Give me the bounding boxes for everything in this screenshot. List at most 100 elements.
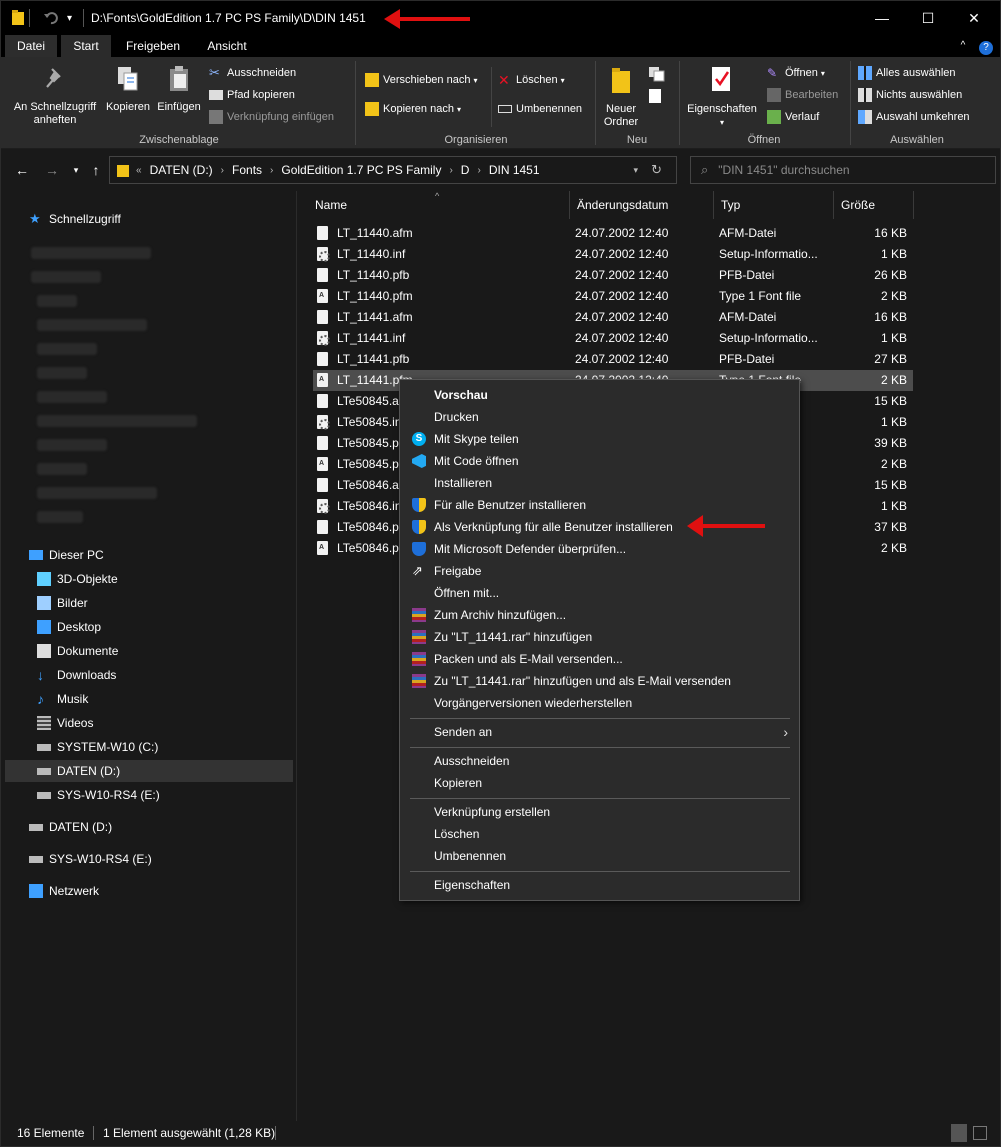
menu-item-open-with[interactable]: Öffnen mit... <box>401 582 798 604</box>
sidebar-item-downloads[interactable]: ↓ Downloads <box>37 664 116 686</box>
menu-item-install[interactable]: Installieren <box>401 472 798 494</box>
tab-ansicht[interactable]: Ansicht <box>197 35 257 57</box>
menu-item-rename[interactable]: Umbenennen <box>401 845 798 867</box>
breadcrumb-chevron-icon[interactable]: › <box>449 165 452 176</box>
column-header-type[interactable]: Typ <box>713 191 833 219</box>
minimize-button[interactable]: — <box>859 1 905 35</box>
cut-label: Ausschneiden <box>227 67 297 79</box>
rename-button[interactable]: Umbenennen <box>498 100 582 118</box>
menu-item-rar-email[interactable]: Zu "LT_11441.rar" hinzufügen und als E-M… <box>401 670 798 692</box>
sidebar-item-music[interactable]: ♪ Musik <box>37 688 88 710</box>
menu-item-share[interactable]: ⇗ Freigabe <box>401 560 798 582</box>
sidebar-item-network[interactable]: Netzwerk <box>29 880 99 902</box>
tab-freigeben[interactable]: Freigeben <box>117 35 189 57</box>
copy-to-button[interactable]: Kopieren nach ▾ <box>365 100 461 118</box>
menu-item-code[interactable]: Mit Code öffnen <box>401 450 798 472</box>
menu-item-pack-email[interactable]: Packen und als E-Mail versenden... <box>401 648 798 670</box>
move-to-button[interactable]: Verschieben nach ▾ <box>365 71 477 89</box>
menu-item-add-rar[interactable]: Zu "LT_11441.rar" hinzufügen <box>401 626 798 648</box>
cut-button[interactable]: ✂ Ausschneiden <box>209 64 296 82</box>
table-row[interactable]: LT_11441.inf 24.07.2002 12:40 Setup-Inform… <box>313 328 913 349</box>
menu-item-create-shortcut[interactable]: Verknüpfung erstellen <box>401 801 798 823</box>
close-button[interactable]: ✕ <box>951 1 997 35</box>
table-row[interactable]: LT_11440.pfb 24.07.2002 12:40 PFB-Datei 26 … <box>313 265 913 286</box>
title-bar: ▾ D:\Fonts\GoldEdition 1.7 PC PS Family\… <box>1 1 1000 35</box>
breadcrumb-chevron-icon[interactable]: › <box>477 165 480 176</box>
address-dropdown-chevron-icon[interactable]: ▾ <box>633 165 638 176</box>
sidebar-item-videos[interactable]: Videos <box>37 712 93 734</box>
sidebar-label: Bilder <box>57 596 88 610</box>
undo-icon[interactable] <box>43 9 59 27</box>
file-size: 1 KB <box>880 499 907 513</box>
overflow-chevron-icon[interactable]: « <box>136 165 142 176</box>
sidebar-item-pictures[interactable]: Bilder <box>37 592 88 614</box>
breadcrumb-chevron-icon[interactable]: › <box>270 165 273 176</box>
invert-selection-button[interactable]: Auswahl umkehren <box>858 108 970 126</box>
menu-item-add-archive[interactable]: Zum Archiv hinzufügen... <box>401 604 798 626</box>
sidebar-item-drive-c[interactable]: SYSTEM-W10 (C:) <box>37 736 158 758</box>
breadcrumb-fonts[interactable]: Fonts <box>232 163 262 177</box>
sidebar-item-drive-e[interactable]: SYS-W10-RS4 (E:) <box>37 784 160 806</box>
menu-item-delete[interactable]: Löschen <box>401 823 798 845</box>
recent-locations-chevron-icon[interactable]: ▾ <box>67 161 85 179</box>
column-header-date[interactable]: Änderungsdatum <box>569 191 713 219</box>
large-icons-view-icon[interactable] <box>973 1126 987 1140</box>
menu-item-print[interactable]: Drucken <box>401 406 798 428</box>
tab-datei[interactable]: Datei <box>5 35 57 57</box>
table-row[interactable]: LT_11440.pfm 24.07.2002 12:40 Type 1 Font … <box>313 286 913 307</box>
address-bar[interactable]: « DATEN (D:) › Fonts › GoldEdition 1.7 PC … <box>109 156 677 184</box>
help-icon[interactable]: ? <box>977 35 995 57</box>
new-folder-button[interactable]: Neuer Ordner <box>599 65 643 129</box>
sidebar-item-3d-objects[interactable]: 3D-Objekte <box>37 568 118 590</box>
menu-item-cut[interactable]: Ausschneiden <box>401 750 798 772</box>
history-button[interactable]: Verlauf <box>767 108 819 126</box>
table-row[interactable]: LT_11440.afm 24.07.2002 12:40 AFM-Datei 16 … <box>313 223 913 244</box>
maximize-button[interactable]: ☐ <box>905 1 951 35</box>
properties-button[interactable]: Eigenschaften ▾ <box>685 65 759 129</box>
pin-quick-access-button[interactable]: An Schnellzugriff anheften <box>9 67 101 127</box>
menu-item-properties[interactable]: Eigenschaften <box>401 874 798 896</box>
copy-button[interactable]: Kopieren <box>103 65 153 114</box>
sidebar-item-sys-e[interactable]: SYS-W10-RS4 (E:) <box>29 848 152 870</box>
sidebar-item-drive-d[interactable]: DATEN (D:) <box>5 760 293 782</box>
menu-item-restore-versions[interactable]: Vorgängerversionen wiederherstellen <box>401 692 798 714</box>
breadcrumb-drive[interactable]: DATEN (D:) <box>150 163 213 177</box>
menu-item-skype[interactable]: S Mit Skype teilen <box>401 428 798 450</box>
table-row[interactable]: LT_11441.pfb 24.07.2002 12:40 PFB-Datei 27 … <box>313 349 913 370</box>
breadcrumb-d[interactable]: D <box>461 163 470 177</box>
qa-dropdown-chevron-icon[interactable]: ▾ <box>67 9 72 27</box>
table-row[interactable]: LT_11441.afm 24.07.2002 12:40 AFM-Datei 16 … <box>313 307 913 328</box>
tab-start[interactable]: Start <box>61 35 111 57</box>
sidebar-item-documents[interactable]: Dokumente <box>37 640 118 662</box>
edit-button[interactable]: Bearbeiten <box>767 86 838 104</box>
paste-shortcut-button[interactable]: Verknüpfung einfügen <box>209 108 334 126</box>
up-arrow-icon[interactable]: ↑ <box>87 161 105 179</box>
open-button[interactable]: ✎ Öffnen ▾ <box>767 64 825 82</box>
table-row[interactable]: LT_11440.inf 24.07.2002 12:40 Setup-Inform… <box>313 244 913 265</box>
menu-item-send-to[interactable]: Senden an › <box>401 721 798 743</box>
menu-item-defender[interactable]: Mit Microsoft Defender überprüfen... <box>401 538 798 560</box>
column-header-name[interactable]: Name <box>307 191 569 219</box>
search-box[interactable]: ⌕ "DIN 1451" durchsuchen <box>690 156 996 184</box>
breadcrumb-goldedition[interactable]: GoldEdition 1.7 PC PS Family <box>281 163 441 177</box>
paste-button[interactable]: Einfügen <box>155 65 203 114</box>
column-header-size[interactable]: Größe <box>833 191 913 219</box>
sidebar-item-this-pc[interactable]: Dieser PC <box>29 544 104 566</box>
sidebar-item-quick-access[interactable]: ★ Schnellzugriff <box>29 208 121 230</box>
back-arrow-icon[interactable]: ← <box>13 161 31 179</box>
collapse-ribbon-chevron-icon[interactable]: ^ <box>953 35 973 57</box>
refresh-icon[interactable]: ↻ <box>651 162 662 178</box>
menu-item-copy[interactable]: Kopieren <box>401 772 798 794</box>
menu-item-preview[interactable]: Vorschau <box>401 384 798 406</box>
select-none-button[interactable]: Nichts auswählen <box>858 86 962 104</box>
select-all-button[interactable]: Alles auswählen <box>858 64 956 82</box>
forward-arrow-icon[interactable]: → <box>43 161 61 179</box>
delete-button[interactable]: ✕ Löschen ▾ <box>498 71 565 89</box>
details-view-icon[interactable] <box>951 1124 967 1142</box>
breadcrumb-chevron-icon[interactable]: › <box>221 165 224 176</box>
breadcrumb-din-1451[interactable]: DIN 1451 <box>489 163 540 177</box>
copy-path-button[interactable]: Pfad kopieren <box>209 86 295 104</box>
new-item-icon[interactable] <box>647 65 669 105</box>
sidebar-item-desktop[interactable]: Desktop <box>37 616 101 638</box>
sidebar-item-daten-d[interactable]: DATEN (D:) <box>29 816 112 838</box>
